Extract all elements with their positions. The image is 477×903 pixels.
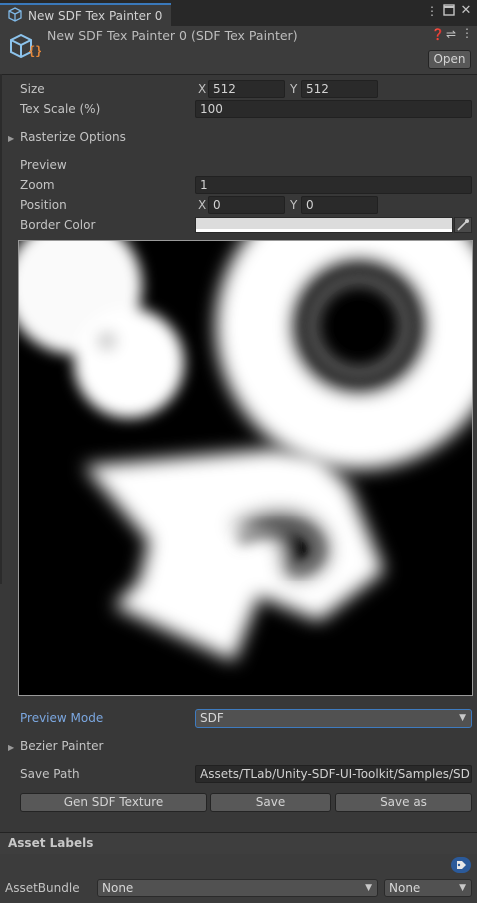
gen-sdf-texture-button[interactable]: Gen SDF Texture [20, 793, 207, 812]
open-button[interactable]: Open [428, 50, 471, 69]
size-y-field[interactable]: 512 [301, 80, 378, 98]
position-y-label: Y [290, 198, 298, 212]
save-as-button[interactable]: Save as [335, 793, 472, 812]
edge-strip [0, 74, 2, 584]
chevron-down-icon: ▼ [459, 883, 466, 893]
asset-labels-title: Asset Labels [8, 836, 94, 850]
rasterize-options-foldout[interactable]: Rasterize Options [20, 130, 126, 144]
asset-bundle-name-dropdown[interactable]: None ▼ [97, 879, 378, 897]
bezier-painter-foldout[interactable]: Bezier Painter [20, 739, 103, 753]
tex-scale-field[interactable]: 100 [195, 100, 472, 118]
size-x-field[interactable]: 512 [208, 80, 285, 98]
border-color-label: Border Color [20, 218, 96, 232]
zoom-label: Zoom [20, 178, 55, 192]
border-color-swatch[interactable] [195, 217, 453, 233]
size-y-label: Y [290, 82, 298, 96]
kebab-menu-icon[interactable]: ⋮ [425, 4, 439, 18]
asset-bundle-variant-value: None [389, 881, 421, 895]
save-path-label: Save Path [20, 767, 80, 781]
position-y-field[interactable]: 0 [301, 196, 378, 214]
help-icon[interactable]: ❓ [431, 28, 445, 41]
chevron-down-icon: ▼ [365, 883, 372, 893]
size-label: Size [20, 82, 45, 96]
preview-mode-value: SDF [200, 711, 224, 725]
asset-cube-icon [8, 7, 22, 22]
asset-bundle-bar: AssetBundle None ▼ None ▼ [0, 854, 477, 903]
inspector-header: {} New SDF Tex Painter 0 (SDF Tex Painte… [0, 26, 477, 75]
save-path-field[interactable]: Assets/TLab/Unity-SDF-UI-Toolkit/Samples… [195, 765, 472, 783]
chevron-down-icon: ▼ [459, 713, 466, 723]
header-title: New SDF Tex Painter 0 (SDF Tex Painter) [47, 28, 298, 43]
maximize-icon[interactable] [442, 4, 456, 18]
position-label: Position [20, 198, 67, 212]
preview-heading: Preview [20, 158, 67, 172]
preview-mode-label: Preview Mode [20, 711, 104, 725]
sdf-preview-image[interactable] [18, 240, 473, 696]
asset-bundle-variant-dropdown[interactable]: None ▼ [384, 879, 472, 897]
position-x-field[interactable]: 0 [208, 196, 285, 214]
asset-labels-bar: Asset Labels [0, 832, 477, 856]
tab-title: New SDF Tex Painter 0 [28, 9, 163, 23]
bezier-foldout-arrow-icon[interactable]: ▶ [8, 743, 14, 752]
size-x-label: X [198, 82, 207, 96]
position-x-label: X [198, 198, 207, 212]
close-icon[interactable]: ✕ [459, 4, 473, 18]
asset-bundle-name-value: None [102, 881, 134, 895]
kebab-menu-icon[interactable]: ⋮ [461, 26, 473, 40]
asset-bundle-label: AssetBundle [5, 881, 80, 895]
tab-inspector[interactable]: New SDF Tex Painter 0 [0, 3, 171, 26]
tab-bar: New SDF Tex Painter 0 ⋮ ✕ [0, 0, 477, 26]
eyedropper-icon[interactable] [454, 217, 472, 233]
tag-icon[interactable] [451, 857, 471, 873]
svg-text:{}: {} [28, 44, 41, 58]
sdf-tex-painter-icon: {} [10, 33, 41, 59]
preset-icon[interactable]: ⇌ [446, 27, 456, 41]
preview-mode-dropdown[interactable]: SDF ▼ [195, 709, 472, 728]
save-button[interactable]: Save [210, 793, 331, 812]
tex-scale-label: Tex Scale (%) [20, 102, 101, 116]
rasterize-foldout-arrow-icon[interactable]: ▶ [8, 134, 14, 143]
zoom-field[interactable]: 1 [195, 176, 472, 194]
